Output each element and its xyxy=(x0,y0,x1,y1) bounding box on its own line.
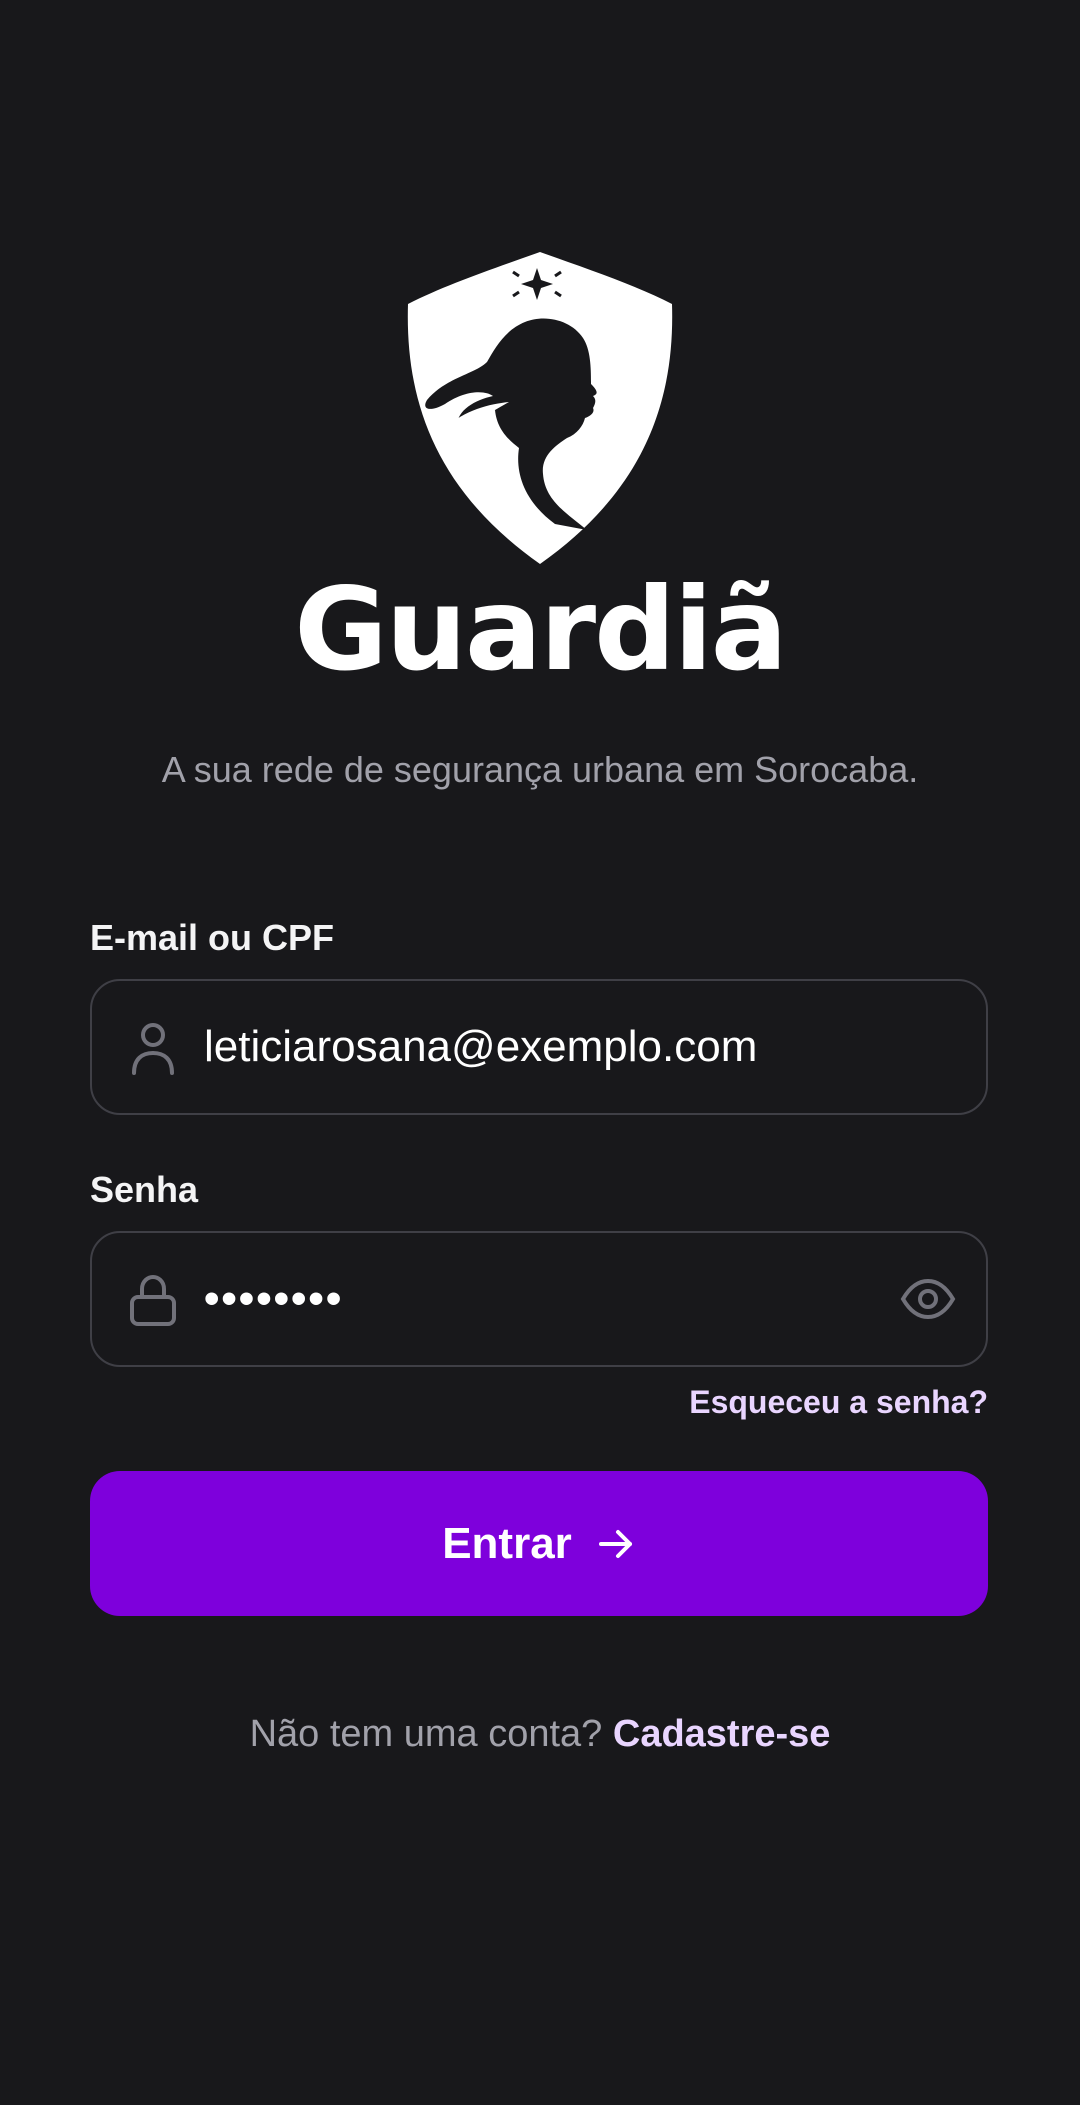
signup-prompt: Não tem uma conta? xyxy=(249,1713,603,1755)
password-input[interactable] xyxy=(204,1233,884,1365)
login-button[interactable]: Entrar xyxy=(90,1471,988,1616)
arrow-right-icon xyxy=(598,1529,632,1558)
password-field[interactable] xyxy=(90,1231,988,1367)
password-label: Senha xyxy=(90,1169,199,1210)
signup-row: Não tem uma conta? Cadastre-se xyxy=(0,1708,1080,1760)
forgot-password-link[interactable]: Esqueceu a senha? xyxy=(689,1380,988,1424)
signup-link[interactable]: Cadastre-se xyxy=(613,1713,831,1755)
login-button-label: Entrar xyxy=(442,1518,572,1568)
lock-icon xyxy=(130,1274,176,1326)
email-field[interactable] xyxy=(90,979,988,1115)
user-icon xyxy=(132,1023,174,1075)
tagline: A sua rede de segurança urbana em Soroca… xyxy=(161,749,919,790)
email-input[interactable] xyxy=(204,981,884,1113)
email-label: E-mail ou CPF xyxy=(90,917,335,958)
shield-woman-logo-icon xyxy=(407,252,673,564)
logo xyxy=(0,250,1080,566)
eye-icon[interactable] xyxy=(900,1273,956,1325)
app-name: Guardiã xyxy=(294,563,788,696)
login-screen: Guardiã A sua rede de segurança urbana e… xyxy=(0,0,1080,2105)
